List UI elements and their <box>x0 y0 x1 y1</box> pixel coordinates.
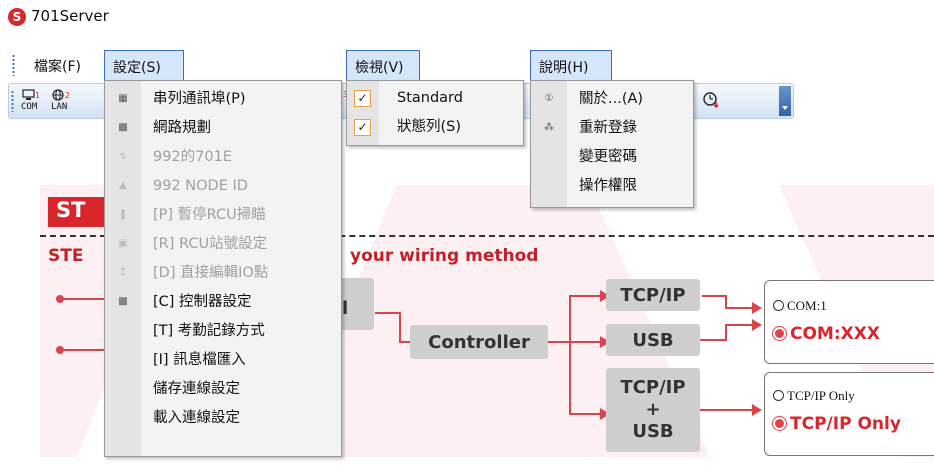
menu-item-attendance[interactable]: [T] 考勤記錄方式 <box>105 317 265 346</box>
option-tcpip-only[interactable]: TCP/IP Only <box>773 388 855 404</box>
radio-icon <box>773 390 784 401</box>
menu-item-status-bar[interactable]: ✓ 狀態列(S) <box>347 113 461 142</box>
view-dropdown: ✓ Standard ✓ 狀態列(S) <box>346 80 524 146</box>
menu-item-re-register[interactable]: ⁂ 重新登錄 <box>531 114 637 143</box>
option-com1-label: COM:1 <box>787 298 827 313</box>
combo-line-1: TCP/IP <box>620 377 686 398</box>
menu-item-change-password[interactable]: 變更密碼 <box>531 143 637 172</box>
menu-item-controller-settings[interactable]: ▩ [C] 控制器設定 <box>105 288 252 317</box>
pause-scan-icon: ❚ <box>118 209 128 220</box>
menu-item-label: [T] 考勤記錄方式 <box>153 323 265 339</box>
combo-line-2: + <box>645 399 661 420</box>
protocol-chip: l <box>340 278 374 330</box>
menu-item-label: 載入連線設定 <box>153 410 240 426</box>
menu-item-rcu-station[interactable]: ▣ [R] RCU站號設定 <box>105 230 267 259</box>
node-icon: ▲ <box>119 180 127 191</box>
menu-item-standard[interactable]: ✓ Standard <box>347 84 463 113</box>
menu-item-edit-io[interactable]: ↥ [D] 直接編輯IO點 <box>105 259 268 288</box>
menu-item-label: 變更密碼 <box>579 149 637 165</box>
option-comxxx[interactable]: COM:XXX <box>775 324 880 344</box>
menu-item-import-messages[interactable]: [I] 訊息檔匯入 <box>105 346 246 375</box>
controller-icon: ▩ <box>118 296 128 307</box>
menu-item-label: 串列通訊埠(P) <box>153 91 246 107</box>
tcpip-usb-chip: TCP/IP + USB <box>606 368 700 452</box>
protocol-chip-label: l <box>342 298 349 319</box>
link-icon: ↯ <box>118 151 128 162</box>
com-options-box <box>764 280 934 364</box>
menu-item-serial-port[interactable]: ▦ 串列通訊埠(P) <box>105 85 246 114</box>
menu-item-label: 重新登錄 <box>579 120 637 136</box>
combo-line-3: USB <box>632 421 674 442</box>
checkmark-icon: ✓ <box>354 119 371 136</box>
menu-item-network[interactable]: ▩ 網路規劃 <box>105 114 211 143</box>
menu-item-label: 992的701E <box>153 149 233 165</box>
network-icon: ▩ <box>118 122 128 133</box>
menu-item-label: [C] 控制器設定 <box>153 294 252 310</box>
menu-item-pause-scan[interactable]: ❚ [P] 暫停RCU掃瞄 <box>105 201 266 230</box>
controller-chip: Controller <box>410 325 548 359</box>
station-icon: ▣ <box>118 238 128 249</box>
menu-item-label: 操作權限 <box>579 178 637 194</box>
radio-icon <box>773 300 784 311</box>
option-com1[interactable]: COM:1 <box>773 298 827 314</box>
menu-item-label: 網路規劃 <box>153 120 211 136</box>
menu-item-992-node-id[interactable]: ▲ 992 NODE ID <box>105 172 248 201</box>
menu-item-label: [D] 直接編輯IO點 <box>153 265 269 281</box>
edit-io-icon: ↥ <box>118 267 128 278</box>
menu-item-load-connection[interactable]: 載入連線設定 <box>105 404 240 433</box>
help-dropdown: ① 關於...(A) ⁂ 重新登錄 變更密碼 操作權限 <box>530 80 694 208</box>
usb-label: USB <box>632 329 674 351</box>
menu-item-992-701e[interactable]: ↯ 992的701E <box>105 143 232 172</box>
radio-selected-icon <box>775 419 784 428</box>
menu-item-label: Standard <box>397 90 463 106</box>
menu-item-about[interactable]: ① 關於...(A) <box>531 85 644 114</box>
info-icon: ① <box>544 93 554 104</box>
menu-item-label: 992 NODE ID <box>153 178 248 194</box>
radio-selected-icon <box>775 329 784 338</box>
checkmark-icon: ✓ <box>354 90 371 107</box>
serial-port-icon: ▦ <box>118 93 128 104</box>
menu-item-label: [R] RCU站號設定 <box>153 236 268 252</box>
usb-chip: USB <box>606 324 700 356</box>
tcpip-chip: TCP/IP <box>606 279 700 311</box>
menu-item-permissions[interactable]: 操作權限 <box>531 172 637 201</box>
settings-dropdown: ▦ 串列通訊埠(P) ▩ 網路規劃 ↯ 992的701E ▲ 992 NODE … <box>104 80 342 457</box>
menu-item-label: [P] 暫停RCU掃瞄 <box>153 207 266 223</box>
register-icon: ⁂ <box>544 122 554 133</box>
option-tcpip-only-selected-label: TCP/IP Only <box>790 414 901 434</box>
menu-item-label: 關於...(A) <box>579 91 644 107</box>
tcpip-label: TCP/IP <box>620 284 686 306</box>
option-comxxx-label: COM:XXX <box>790 324 880 344</box>
controller-label: Controller <box>428 331 530 353</box>
menu-item-label: 儲存連線設定 <box>153 381 240 397</box>
menu-item-label: 狀態列(S) <box>397 119 462 135</box>
menu-item-label: [I] 訊息檔匯入 <box>153 352 246 368</box>
option-tcpip-only-selected[interactable]: TCP/IP Only <box>775 414 901 434</box>
option-tcpip-only-label: TCP/IP Only <box>787 388 855 403</box>
menu-item-save-connection[interactable]: 儲存連線設定 <box>105 375 240 404</box>
